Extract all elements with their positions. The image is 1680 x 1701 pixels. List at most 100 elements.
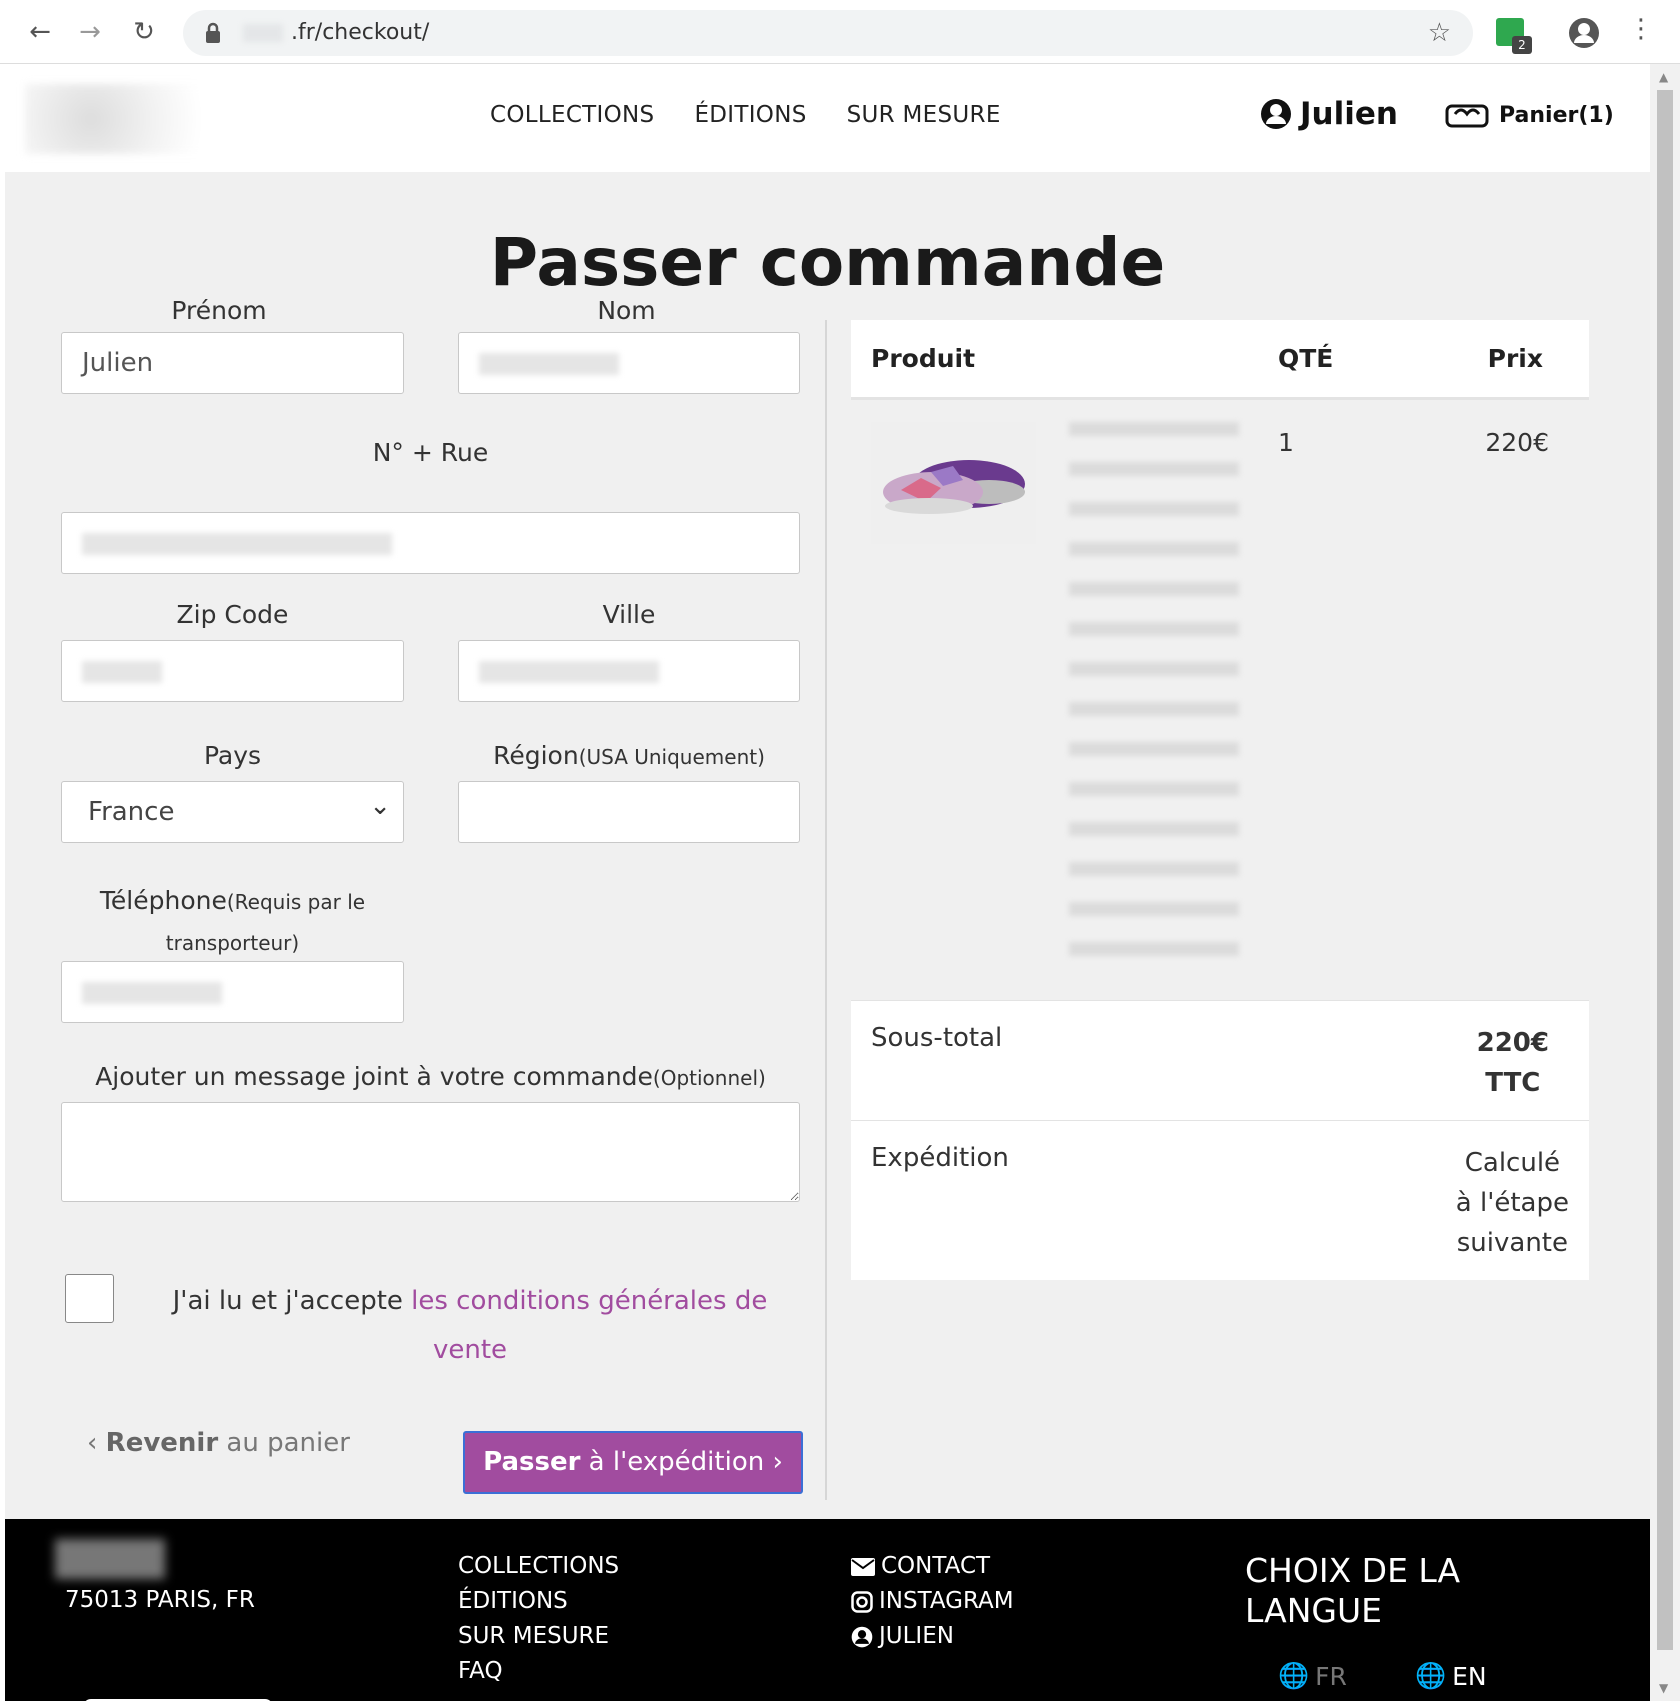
redacted-value — [479, 660, 659, 683]
nav-editions[interactable]: ÉDITIONS — [694, 102, 806, 128]
redacted-value — [82, 660, 162, 683]
back-to-cart-link[interactable]: ‹ Revenir au panier — [87, 1428, 350, 1458]
subtotal-row: Sous-total 220€ TTC — [851, 1000, 1589, 1120]
address-bar[interactable]: .fr/checkout/ ☆ — [183, 10, 1473, 56]
footer-instagram-link[interactable]: INSTAGRAM — [851, 1584, 1014, 1619]
user-circle-icon — [851, 1626, 873, 1647]
chevron-right-icon: › — [772, 1447, 783, 1477]
globe-icon: 🌐 — [1415, 1661, 1447, 1690]
next-rest: à l'expédition — [580, 1447, 765, 1477]
envelope-icon — [851, 1557, 875, 1576]
redacted-value — [479, 352, 619, 375]
item-quantity: 1 — [1278, 428, 1294, 457]
lang-fr-text: FR — [1315, 1661, 1347, 1691]
redacted-brand-name — [55, 1539, 165, 1579]
account-text: JULIEN — [879, 1623, 954, 1649]
shipping-value-line-1: Calculé — [1464, 1148, 1561, 1178]
next-bold: Passer — [483, 1447, 581, 1477]
forward-arrow-icon[interactable]: → — [72, 14, 108, 50]
phone-label-text: Téléphone — [99, 886, 227, 915]
back-bold: Revenir — [105, 1428, 219, 1458]
contact-text: CONTACT — [881, 1553, 991, 1579]
terms-link[interactable]: les conditions générales de vente — [411, 1286, 767, 1365]
page-scrollbar[interactable]: ▲ ▼ — [1650, 64, 1680, 1701]
profile-avatar-icon[interactable] — [1568, 17, 1600, 49]
chevron-left-icon: ‹ — [87, 1428, 98, 1458]
scroll-up-icon[interactable]: ▲ — [1659, 70, 1668, 84]
subtotal-label: Sous-total — [871, 1023, 1003, 1053]
instagram-icon — [851, 1590, 873, 1613]
reload-icon[interactable]: ↻ — [126, 14, 162, 50]
redacted-value — [82, 532, 392, 555]
col-product: Produit — [871, 344, 976, 373]
account-name: Julien — [1300, 96, 1398, 132]
subtotal-value: 220€ TTC — [1477, 1023, 1549, 1103]
redacted-value — [82, 981, 222, 1004]
shipping-row: Expédition Calculé à l'étape suivante — [851, 1120, 1589, 1280]
scroll-down-icon[interactable]: ▼ — [1659, 1681, 1668, 1695]
redacted-product-description — [1069, 422, 1239, 962]
bookmark-star-icon[interactable]: ☆ — [1428, 18, 1451, 48]
phone-input[interactable] — [61, 961, 404, 1023]
page-title: Passer commande — [489, 224, 1166, 301]
phone-label: Téléphone(Requis par le transporteur) — [61, 881, 404, 963]
nav-collections[interactable]: COLLECTIONS — [490, 102, 654, 128]
proceed-to-shipping-button[interactable]: Passer à l'expédition › — [463, 1431, 803, 1494]
url-text: .fr/checkout/ — [291, 20, 430, 45]
site-header: COLLECTIONS ÉDITIONS SUR MESURE Julien P… — [5, 64, 1650, 172]
terms-label: J'ai lu et j'accepte les conditions géné… — [145, 1277, 795, 1375]
terms-checkbox[interactable] — [65, 1274, 114, 1323]
footer-link-collections[interactable]: COLLECTIONS — [458, 1549, 619, 1584]
message-textarea[interactable] — [61, 1102, 800, 1202]
footer-contact: CONTACT INSTAGRAM JULIEN — [851, 1549, 1014, 1654]
last-name-input[interactable] — [458, 332, 800, 394]
shipping-value-line-3: suivante — [1456, 1228, 1569, 1258]
language-en[interactable]: 🌐 EN — [1415, 1661, 1487, 1691]
phone-note-2: transporteur) — [165, 931, 300, 955]
footer-account-link[interactable]: JULIEN — [851, 1619, 1014, 1654]
footer-link-sur-mesure[interactable]: SUR MESURE — [458, 1619, 619, 1654]
street-input[interactable] — [61, 512, 800, 574]
item-price: 220€ — [1485, 428, 1549, 457]
street-label: N° + Rue — [372, 438, 489, 467]
footer-link-editions[interactable]: ÉDITIONS — [458, 1584, 619, 1619]
footer-contact-link[interactable]: CONTACT — [851, 1549, 1014, 1584]
country-select[interactable]: France — [61, 776, 404, 843]
main-nav: COLLECTIONS ÉDITIONS SUR MESURE — [490, 102, 1001, 128]
site-footer: 75013 PARIS, FR COLLECTIONS ÉDITIONS SUR… — [5, 1519, 1650, 1701]
shipping-label: Expédition — [871, 1143, 1009, 1173]
kebab-menu-icon[interactable]: ⋮ — [1628, 14, 1654, 44]
account-link[interactable]: Julien — [1260, 96, 1398, 132]
cart-link[interactable]: Panier(1) — [1445, 100, 1614, 130]
zip-input[interactable] — [61, 640, 404, 702]
footer-links: COLLECTIONS ÉDITIONS SUR MESURE FAQ — [458, 1549, 619, 1689]
globe-icon: 🌐 — [1278, 1661, 1310, 1690]
message-label: Ajouter un message joint à votre command… — [61, 1062, 800, 1091]
scrollbar-thumb[interactable] — [1657, 90, 1673, 1650]
last-name-label: Nom — [597, 296, 656, 325]
city-input[interactable] — [458, 640, 800, 702]
product-image — [871, 422, 1036, 544]
message-note: (Optionnel) — [652, 1066, 766, 1090]
subtotal-tax-note: TTC — [1485, 1068, 1541, 1098]
city-label: Ville — [602, 600, 656, 629]
cart-icon — [1445, 104, 1489, 128]
back-arrow-icon[interactable]: ← — [22, 14, 58, 50]
subtotal-amount: 220€ — [1476, 1028, 1549, 1058]
extension-badge: 2 — [1512, 36, 1532, 54]
footer-link-faq[interactable]: FAQ — [458, 1654, 619, 1689]
site-logo[interactable] — [25, 84, 245, 154]
user-circle-icon — [1261, 99, 1291, 129]
region-note: (USA Uniquement) — [578, 745, 765, 769]
col-price: Prix — [1487, 344, 1543, 373]
shipping-value-line-2: à l'étape — [1455, 1188, 1569, 1218]
language-title: CHOIX DE LA LANGUE — [1245, 1551, 1461, 1630]
first-name-input[interactable]: Julien — [61, 332, 404, 394]
instagram-text: INSTAGRAM — [879, 1588, 1014, 1614]
order-summary: Produit QTÉ Prix 1 220€ Sous-total 220€ … — [851, 320, 1589, 1280]
phone-note-1: (Requis par le — [226, 890, 366, 914]
terms-prefix: J'ai lu et j'accepte — [172, 1286, 412, 1316]
region-input[interactable] — [458, 781, 800, 843]
language-fr[interactable]: 🌐 FR — [1278, 1661, 1347, 1691]
nav-sur-mesure[interactable]: SUR MESURE — [847, 102, 1001, 128]
